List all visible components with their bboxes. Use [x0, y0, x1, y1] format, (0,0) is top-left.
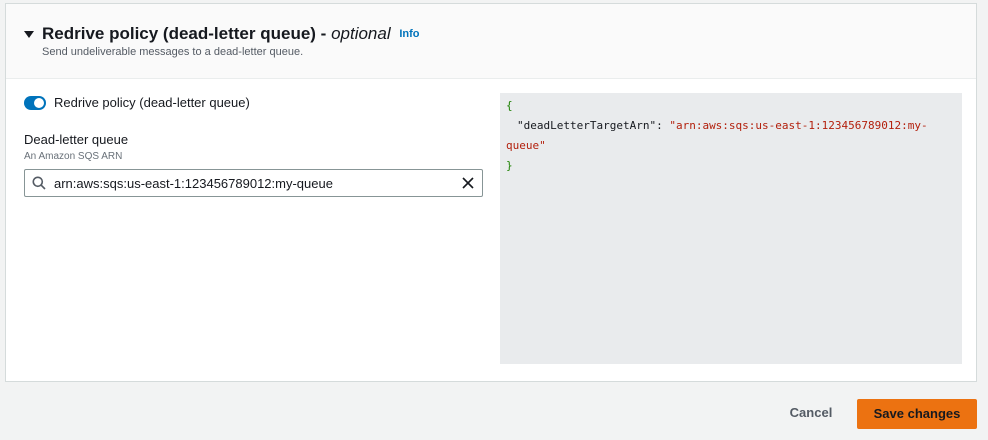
json-open-brace: { — [506, 99, 513, 112]
json-value-line1: "arn:aws:sqs:us-east-1:123456789012:my- — [669, 119, 928, 132]
close-icon[interactable] — [461, 176, 475, 195]
section-title: Redrive policy (dead-letter queue) - opt… — [42, 23, 420, 45]
json-colon: : — [656, 119, 670, 132]
dead-letter-queue-value: arn:aws:sqs:us-east-1:123456789012:my-qu… — [54, 176, 333, 191]
json-key: "deadLetterTargetArn" — [517, 119, 657, 132]
section-title-text: Redrive policy (dead-letter queue) — [42, 24, 316, 43]
json-value-line2: queue" — [506, 139, 546, 152]
redrive-toggle[interactable] — [24, 96, 46, 110]
json-preview: { "deadLetterTargetArn": "arn:aws:sqs:us… — [500, 93, 962, 364]
dead-letter-queue-input[interactable]: arn:aws:sqs:us-east-1:123456789012:my-qu… — [24, 169, 483, 197]
info-link[interactable]: Info — [399, 28, 419, 40]
search-icon — [32, 176, 46, 195]
optional-label: optional — [331, 24, 391, 43]
caret-down-icon[interactable] — [24, 31, 34, 38]
toggle-knob — [34, 98, 44, 108]
cancel-button[interactable]: Cancel — [776, 401, 846, 425]
redrive-policy-panel: Redrive policy (dead-letter queue) - opt… — [5, 3, 977, 382]
save-changes-button[interactable]: Save changes — [857, 399, 977, 429]
dead-letter-queue-label: Dead-letter queue — [24, 132, 129, 147]
toggle-label: Redrive policy (dead-letter queue) — [54, 95, 250, 110]
json-line-1: "deadLetterTargetArn": "arn:aws:sqs:us-e… — [517, 116, 928, 136]
json-close-brace: } — [506, 159, 513, 172]
title-separator: - — [315, 24, 332, 43]
panel-header: Redrive policy (dead-letter queue) - opt… — [6, 4, 976, 79]
dead-letter-queue-sublabel: An Amazon SQS ARN — [24, 151, 123, 162]
section-description: Send undeliverable messages to a dead-le… — [42, 46, 304, 58]
